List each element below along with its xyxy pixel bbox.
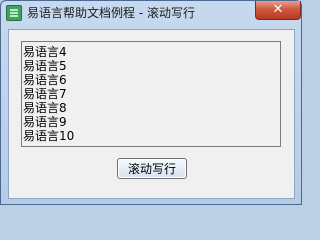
window-client-area: 易语言4 易语言5 易语言6 易语言7 易语言8 易语言9 易语言10 滚动写行 bbox=[8, 29, 295, 199]
list-item[interactable]: 易语言10 bbox=[23, 129, 74, 143]
title-bar[interactable]: 易语言帮助文档例程 - 滚动写行 ✕ bbox=[1, 1, 301, 25]
window-title: 易语言帮助文档例程 - 滚动写行 bbox=[27, 6, 195, 20]
app-icon bbox=[6, 5, 22, 21]
scroll-write-line-button[interactable]: 滚动写行 bbox=[117, 158, 187, 179]
list-item[interactable]: 易语言4 bbox=[23, 45, 74, 59]
list-item[interactable]: 易语言7 bbox=[23, 87, 74, 101]
list-item[interactable]: 易语言5 bbox=[23, 59, 74, 73]
list-items: 易语言4 易语言5 易语言6 易语言7 易语言8 易语言9 易语言10 bbox=[23, 45, 74, 143]
list-item[interactable]: 易语言8 bbox=[23, 101, 74, 115]
list-item[interactable]: 易语言6 bbox=[23, 73, 74, 87]
list-item[interactable]: 易语言9 bbox=[23, 115, 74, 129]
list-box[interactable]: 易语言4 易语言5 易语言6 易语言7 易语言8 易语言9 易语言10 bbox=[21, 41, 281, 147]
close-button[interactable]: ✕ bbox=[255, 1, 301, 20]
app-window: 易语言帮助文档例程 - 滚动写行 ✕ 易语言4 易语言5 易语言6 易语言7 易… bbox=[0, 0, 302, 205]
close-icon: ✕ bbox=[272, 2, 284, 17]
